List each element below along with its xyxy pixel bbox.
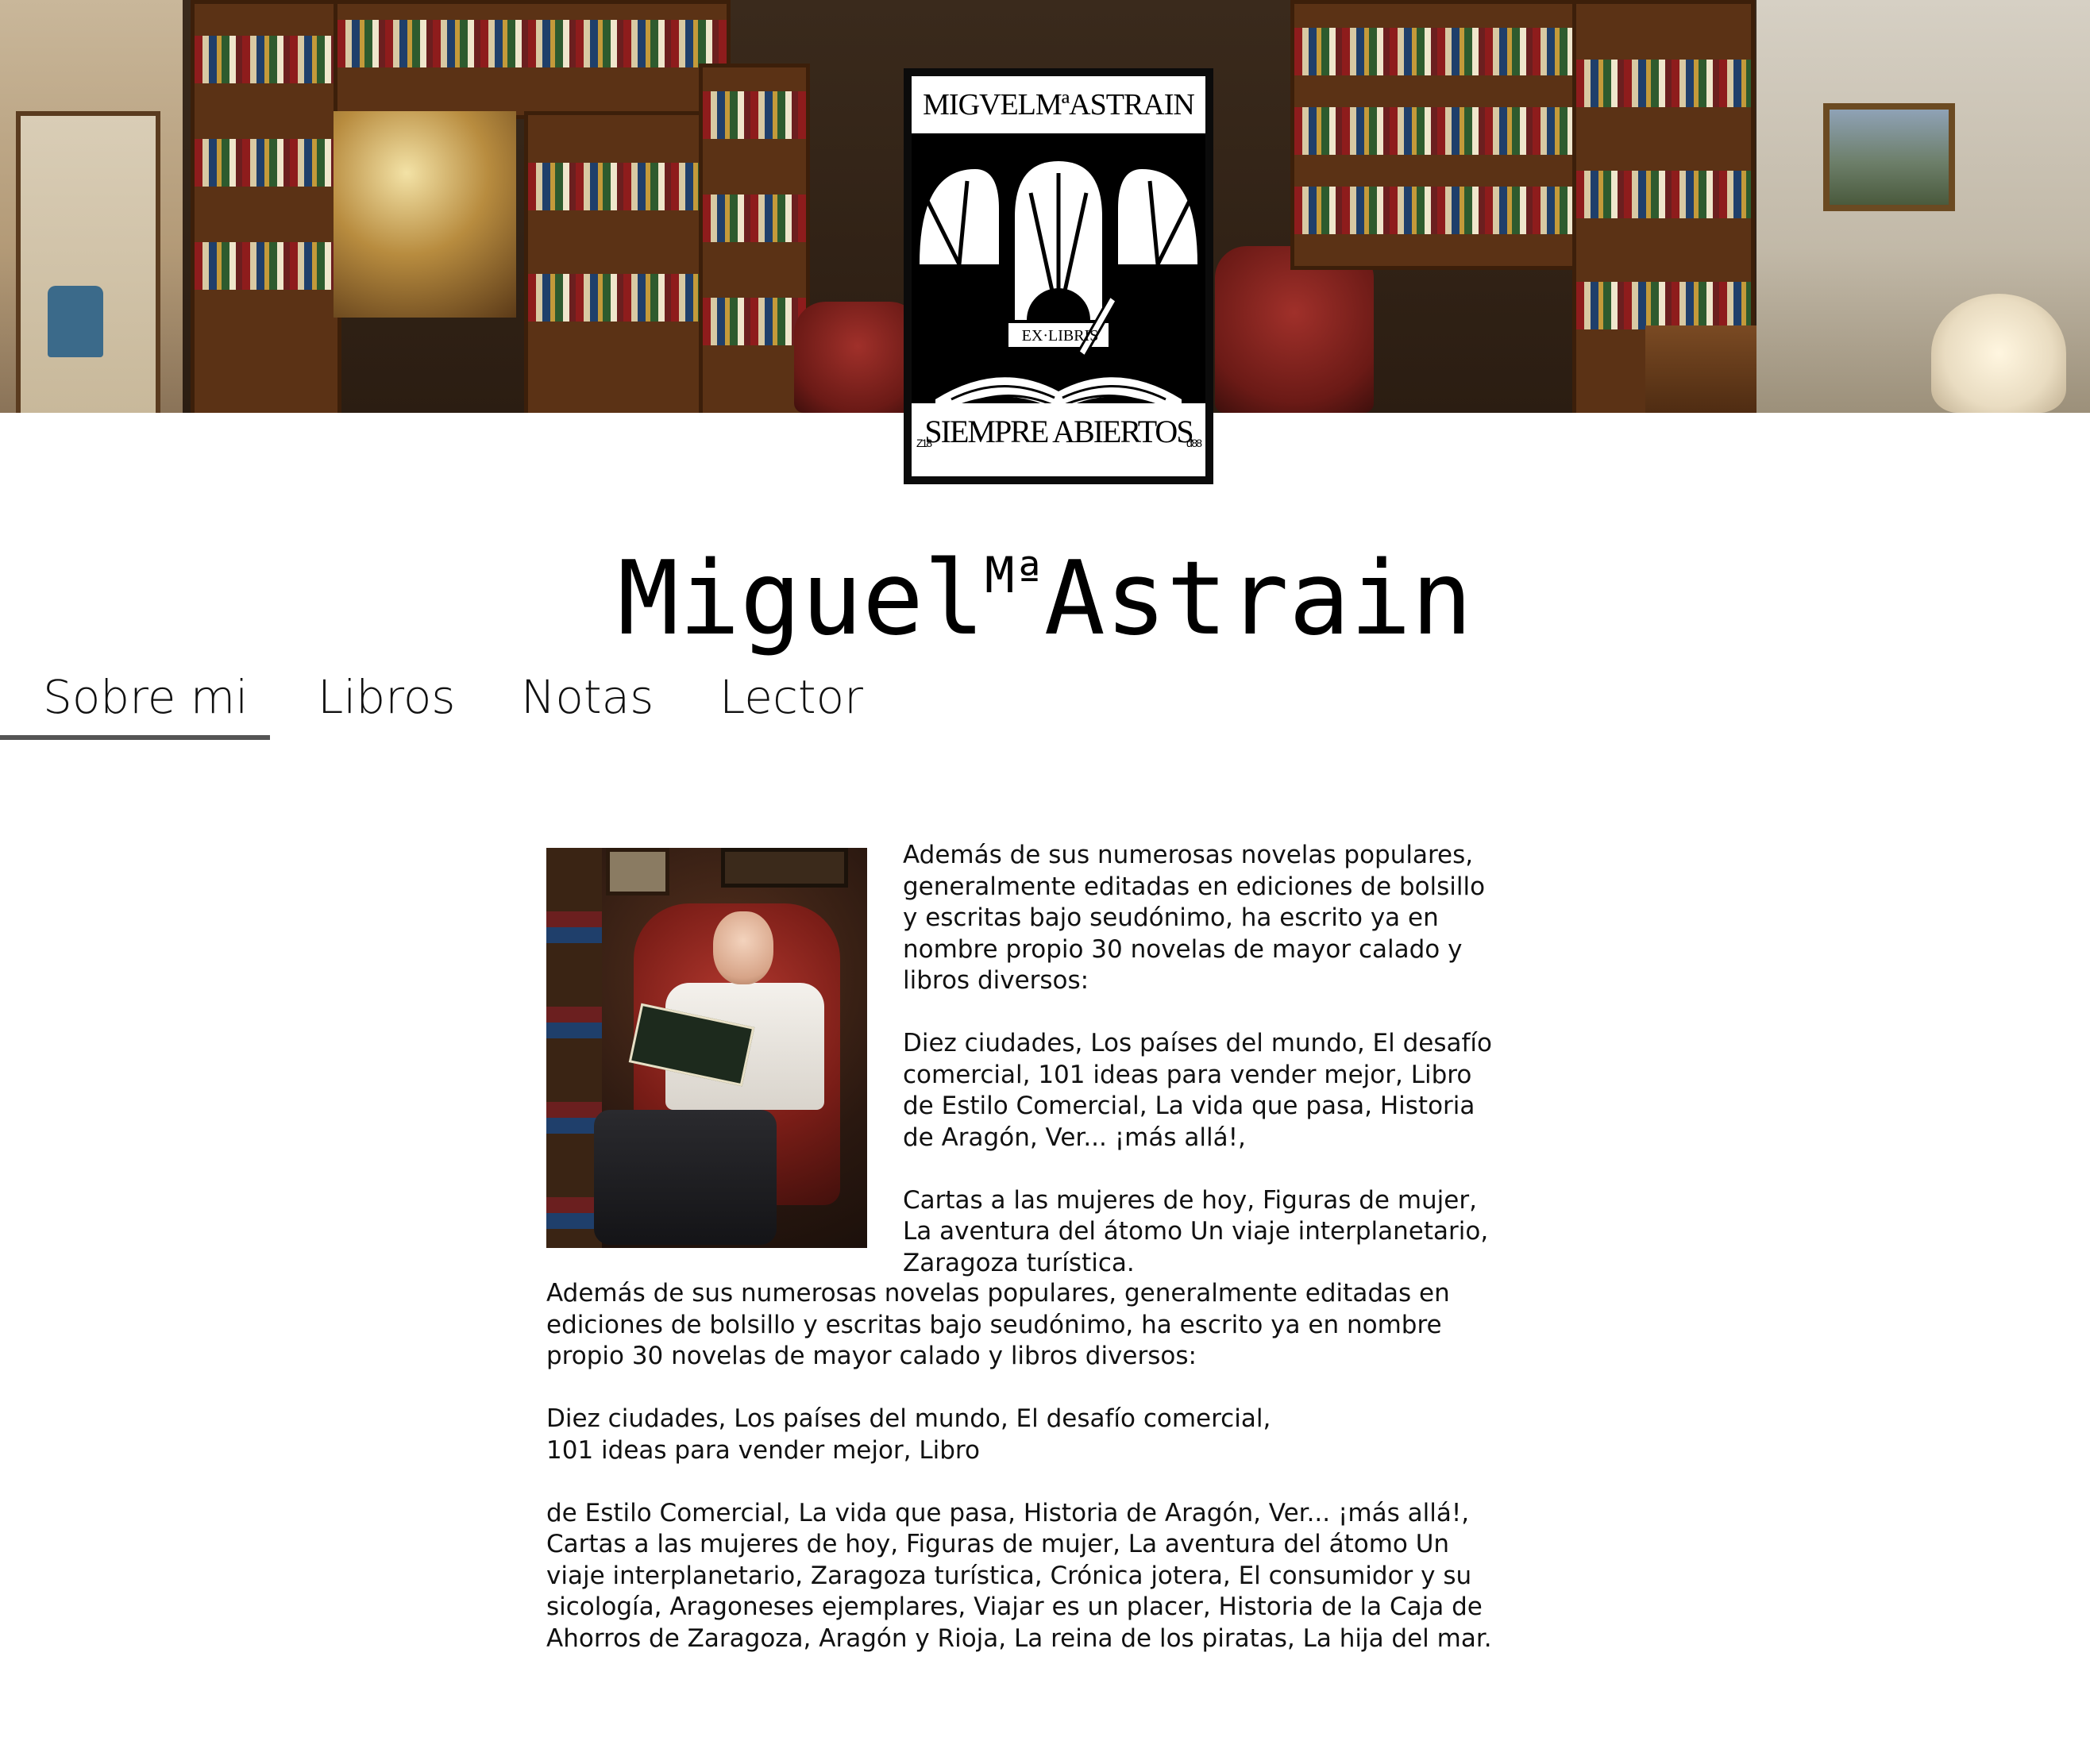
banner-leather-chair	[1215, 246, 1374, 413]
site-title-superscript: Mª	[985, 546, 1044, 604]
nav-item-libros[interactable]: Libros	[318, 665, 456, 729]
site-title: MiguelMªAstrain	[0, 516, 2090, 659]
main-nav: Sobre mi Libros Notas Lector	[0, 665, 953, 741]
exlibris-center-label: EX·LIBRIS	[1021, 327, 1099, 345]
bio-paragraph: Diez ciudades, Los países del mundo, El …	[903, 1029, 1492, 1152]
banner-alcove	[334, 111, 516, 318]
bio-side-text: Además de sus numerosas novelas populare…	[903, 840, 1530, 1279]
bio-paragraph: Diez ciudades, Los países del mundo, El …	[546, 1404, 1271, 1465]
bio-paragraph: Cartas a las mujeres de hoy, Figuras de …	[903, 1185, 1489, 1277]
banner-bookshelf	[334, 0, 731, 119]
banner-painting	[1823, 103, 1955, 211]
bio-paragraph: de Estilo Comercial, La vida que pasa, H…	[546, 1498, 1492, 1653]
nav-item-lector[interactable]: Lector	[719, 665, 863, 729]
exlibris-artwork: EX·LIBRIS	[912, 137, 1205, 423]
banner-bookshelf	[699, 64, 810, 413]
exlibris-corner-left: Z18	[916, 437, 932, 449]
exlibris-arches-icon	[912, 137, 1205, 423]
banner-blue-chair	[48, 286, 103, 357]
exlibris-name: MIGVELMªASTRAIN	[912, 76, 1205, 137]
exlibris-motto: SIEMPRE ABIERTOS Z18 d'88	[912, 403, 1205, 476]
site-title-first: Miguel	[617, 540, 985, 658]
site-title-last: Astrain	[1043, 540, 1473, 658]
banner-leather-chair	[794, 302, 921, 413]
banner-bookshelf	[191, 0, 341, 413]
nav-item-notas[interactable]: Notas	[521, 665, 654, 729]
exlibris-logo[interactable]: MIGVELMªASTRAIN EX·LIBRIS SIEMPRE ABIERT…	[904, 68, 1213, 484]
bio-paragraph: Además de sus numerosas novelas populare…	[903, 841, 1486, 995]
banner-doorway	[16, 111, 160, 413]
author-portrait	[546, 848, 867, 1248]
nav-item-sobre-mi[interactable]: Sobre mi	[43, 665, 248, 729]
banner-lamp	[1931, 294, 2066, 413]
bio-full-text: Además de sus numerosas novelas populare…	[546, 1278, 1531, 1654]
nav-active-indicator	[0, 735, 270, 740]
bio-paragraph: Además de sus numerosas novelas populare…	[546, 1279, 1450, 1370]
exlibris-corner-right: d'88	[1186, 437, 1202, 449]
